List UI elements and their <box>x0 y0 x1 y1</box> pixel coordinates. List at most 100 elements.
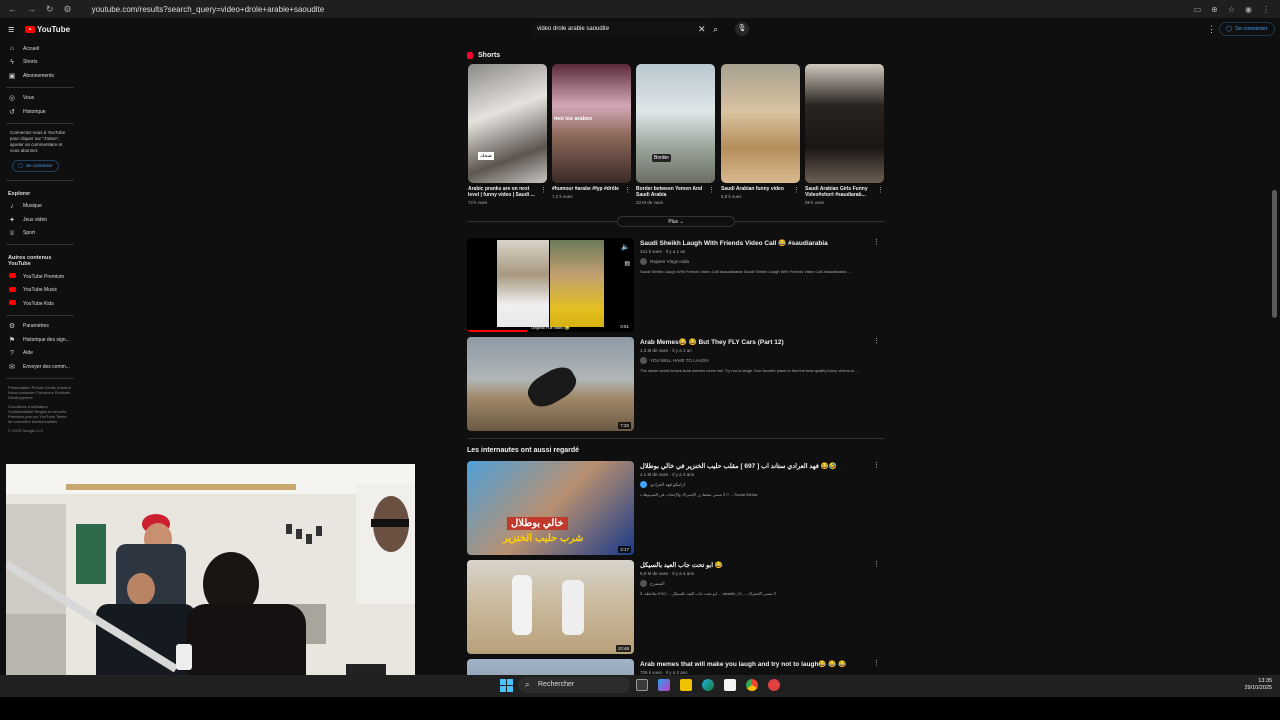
page-scrollbar[interactable] <box>1272 190 1277 318</box>
video-title[interactable]: Saudi Sheikh Laugh With Friends Video Ca… <box>640 239 870 247</box>
reload-icon[interactable]: ↻ <box>46 4 54 15</box>
footer-links-2[interactable]: Conditions d'utilisation Confidentialité… <box>0 402 80 426</box>
zoom-icon[interactable]: ⊕ <box>1211 5 1218 14</box>
more-options-icon[interactable]: ⋮ <box>1207 24 1216 35</box>
shorts-plus-bar: Plus ⌄ <box>467 216 885 228</box>
chrome-icon[interactable] <box>746 679 758 691</box>
file-explorer-icon[interactable] <box>680 679 692 691</box>
microphone-icon[interactable]: 🎙 <box>735 22 749 36</box>
video-title[interactable]: فهد العرادي ستاند اب [ 697 ] مقلب حليب ا… <box>640 462 870 470</box>
video-more-icon[interactable]: ⋮ <box>873 238 880 246</box>
signin-button[interactable]: ◯ Se connecter <box>1219 22 1275 36</box>
short-title[interactable]: Saudi Arabian Girls Funny Video#short #s… <box>805 186 873 198</box>
copilot-icon[interactable] <box>658 679 670 691</box>
sidebar-item-sport[interactable]: ♕ Sport <box>0 227 80 241</box>
search-input[interactable]: video drole arabie saoudite <box>531 23 711 37</box>
task-view-icon[interactable] <box>636 679 648 691</box>
video-result[interactable]: 7:32 Arab Memes😂 😂 But They FLY Cars (Pa… <box>467 337 885 431</box>
short-title[interactable]: Border between Yemen And Saudi Arabia <box>636 186 704 198</box>
bookmark-star-icon[interactable]: ☆ <box>1228 5 1235 14</box>
subscriptions-icon: ▣ <box>8 72 16 80</box>
captions-icon[interactable]: ▤ <box>624 260 630 267</box>
video-title[interactable]: ابو تحت جاب العيد بالسيكل 😂 <box>640 561 870 569</box>
video-result[interactable]: Arab memes that will make you laugh and … <box>467 659 885 675</box>
short-overlay-text: Border <box>652 154 672 162</box>
short-thumbnail[interactable] <box>805 64 884 183</box>
search-icon[interactable]: ⌕ <box>713 24 718 35</box>
footer-links-1[interactable]: Présentation Presse Droits d'auteur Nous… <box>0 383 80 402</box>
channel-link[interactable]: Rajveer Vlogs India <box>640 258 689 265</box>
sidebar-item-shorts[interactable]: ϟ Shorts <box>0 56 80 70</box>
windows-start-icon[interactable] <box>500 679 513 692</box>
short-card[interactable]: Border Border between Yemen And Saudi Ar… <box>636 64 715 205</box>
short-thumbnail[interactable]: ضحك <box>468 64 547 183</box>
short-more-icon[interactable]: ⋮ <box>793 186 800 194</box>
video-result[interactable]: 10:46 ابو تحت جاب العيد بالسيكل 😂 5,6 M … <box>467 560 885 654</box>
sidebar-item-premium[interactable]: YouTube Premium <box>0 270 80 284</box>
sidebar-item-feedback[interactable]: ✉ Envoyer des comm... <box>0 360 80 374</box>
video-description: Saudi Sheikh Laugh With Friends Video Ca… <box>640 269 851 274</box>
sidebar-item-parametres[interactable]: ⚙ Paramètres <box>0 320 80 334</box>
sidebar-item-vous[interactable]: ◎ Vous <box>0 92 80 106</box>
video-thumbnail[interactable]: Original Full Video 😂 🔈 ▤ 0:51 <box>467 238 634 332</box>
hamburger-menu-icon[interactable]: ≡ <box>8 24 14 36</box>
video-title[interactable]: Arab Memes😂 😂 But They FLY Cars (Part 12… <box>640 338 870 346</box>
profile-icon[interactable]: ◉ <box>1245 5 1252 14</box>
short-more-icon[interactable]: ⋮ <box>708 186 715 194</box>
short-card[interactable]: moi les arabes #humour #arabe #fyp #drôl… <box>552 64 631 199</box>
video-more-icon[interactable]: ⋮ <box>873 560 880 568</box>
store-icon[interactable] <box>724 679 736 691</box>
channel-link[interactable]: ارامكو فهد العرادي <box>640 481 685 488</box>
video-thumbnail[interactable]: 7:32 <box>467 337 634 431</box>
video-thumbnail[interactable]: 10:46 <box>467 560 634 654</box>
short-more-icon[interactable]: ⋮ <box>877 186 884 194</box>
site-info-icon[interactable]: ⚙ <box>64 4 72 15</box>
short-views: 5,8 k vues <box>721 194 742 199</box>
short-thumbnail[interactable] <box>721 64 800 183</box>
edge-icon[interactable] <box>702 679 714 691</box>
short-more-icon[interactable]: ⋮ <box>624 186 631 194</box>
sidebar-item-kids[interactable]: YouTube Kids <box>0 297 80 311</box>
sidebar-item-historique[interactable]: ↺ Historique <box>0 105 80 119</box>
system-clock[interactable]: 13:35 29/10/2025 <box>1236 678 1272 692</box>
taskbar-search[interactable]: ⌕ Rechercher <box>518 677 630 693</box>
sidebar-item-aide[interactable]: ? Aide <box>0 347 80 361</box>
thumbnail-text: شرب حليب الخنزير <box>503 533 584 544</box>
video-thumbnail[interactable]: خالي بوطلال شرب حليب الخنزير 3:17 <box>467 461 634 555</box>
sidebar-item-music[interactable]: YouTube Music <box>0 284 80 298</box>
channel-link[interactable]: YOU WILL HAVE TO LAUGH <box>640 357 709 364</box>
mute-icon[interactable]: 🔈 <box>621 243 630 251</box>
sidebar-item-accueil[interactable]: ⌂ Accueil <box>0 42 80 56</box>
sidebar-item-report-history[interactable]: ⚑ Historique des sign... <box>0 333 80 347</box>
short-title[interactable]: Saudi Arabian funny video <box>721 186 789 192</box>
browser-menu-icon[interactable]: ⋮ <box>1262 5 1270 14</box>
sidebar-item-abonnements[interactable]: ▣ Abonnements <box>0 69 80 83</box>
video-title[interactable]: Arab memes that will make you laugh and … <box>640 660 870 668</box>
video-thumbnail[interactable] <box>467 659 634 675</box>
clear-search-icon[interactable]: ✕ <box>698 24 706 35</box>
short-thumbnail[interactable]: moi les arabes <box>552 64 631 183</box>
video-more-icon[interactable]: ⋮ <box>873 461 880 469</box>
short-card[interactable]: Saudi Arabian Girls Funny Video#short #s… <box>805 64 884 205</box>
shorts-plus-button[interactable]: Plus ⌄ <box>617 216 735 227</box>
video-more-icon[interactable]: ⋮ <box>873 659 880 667</box>
sidebar-item-jeux[interactable]: ✦ Jeux vidéo <box>0 213 80 227</box>
channel-link[interactable]: المسرح <box>640 580 665 587</box>
cast-icon[interactable]: ▭ <box>1194 5 1202 14</box>
sidebar-item-musique[interactable]: ♪ Musique <box>0 200 80 214</box>
forward-icon[interactable]: → <box>27 4 36 15</box>
short-card[interactable]: Saudi Arabian funny video 5,8 k vues ⋮ <box>721 64 800 199</box>
app-icon[interactable] <box>768 679 780 691</box>
short-title[interactable]: Arabic pranks are on next level | funny … <box>468 186 536 198</box>
video-result[interactable]: خالي بوطلال شرب حليب الخنزير 3:17 فهد ال… <box>467 461 885 555</box>
short-thumbnail[interactable]: Border <box>636 64 715 183</box>
back-icon[interactable]: ← <box>8 4 17 15</box>
sidebar-signin-button[interactable]: ◯ Se connecter <box>12 159 59 172</box>
short-card[interactable]: ضحك Arabic pranks are on next level | fu… <box>468 64 547 205</box>
video-more-icon[interactable]: ⋮ <box>873 337 880 345</box>
youtube-logo[interactable]: YouTube <box>25 25 70 34</box>
video-result[interactable]: Original Full Video 😂 🔈 ▤ 0:51 Saudi She… <box>467 238 885 332</box>
address-bar[interactable]: youtube.com/results?search_query=video+d… <box>80 5 1194 14</box>
short-more-icon[interactable]: ⋮ <box>540 186 547 194</box>
short-title[interactable]: #humour #arabe #fyp #drôle <box>552 186 620 192</box>
